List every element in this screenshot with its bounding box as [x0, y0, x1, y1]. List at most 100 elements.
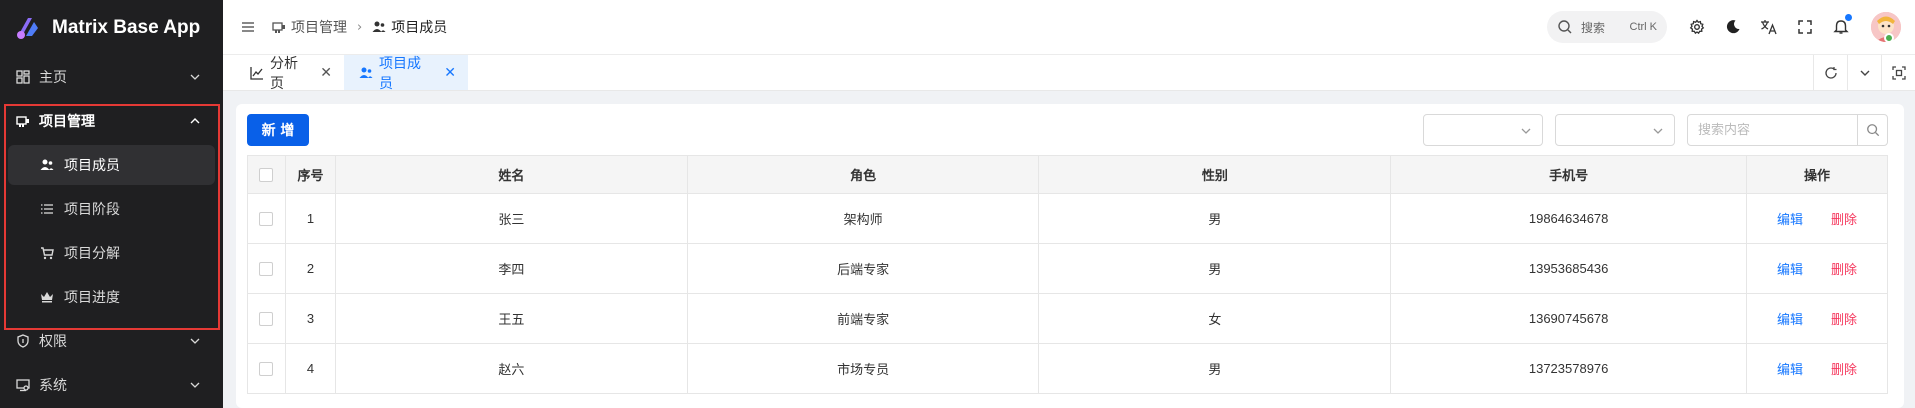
breadcrumb-separator: › [357, 19, 363, 35]
chevron-up-icon [190, 118, 200, 124]
user-group-icon [40, 158, 54, 172]
chevron-down-icon [1521, 128, 1531, 134]
cell-phone: 13723578976 [1390, 343, 1748, 394]
sidebar-subitem-project-progress[interactable]: 项目进度 [0, 275, 223, 319]
row-select-cell [247, 343, 286, 394]
tab-project-members[interactable]: 项目成员 ✕ [344, 55, 468, 92]
row-checkbox[interactable] [259, 212, 274, 227]
translate-icon [1761, 20, 1777, 35]
refresh-button[interactable] [1813, 55, 1847, 90]
search-button[interactable] [1857, 115, 1887, 145]
toolbar: 新 增 [236, 104, 1904, 154]
top-header: 项目管理 › 项目成员 搜索 Ctrl K [223, 0, 1915, 55]
sidebar-item-project-management[interactable]: 项目管理 [0, 99, 223, 143]
chart-icon [250, 66, 263, 80]
breadcrumb: 项目管理 › 项目成员 [272, 17, 447, 37]
sidebar-subitem-project-members[interactable]: 项目成员 [8, 145, 215, 185]
cart-icon [40, 246, 54, 260]
sidebar-item-permissions[interactable]: 权限 [0, 319, 223, 363]
tab-menu-button[interactable] [1847, 55, 1881, 90]
brand[interactable]: Matrix Base App [0, 0, 223, 55]
maximize-button[interactable] [1881, 55, 1915, 90]
sidebar-item-label: 主页 [39, 70, 67, 86]
refresh-icon [1824, 66, 1837, 79]
tab-label: 项目成员 [379, 55, 421, 92]
cell-name: 李四 [334, 243, 688, 294]
cell-role: 前端专家 [686, 293, 1040, 344]
sidebar-subitem-project-breakdown[interactable]: 项目分解 [0, 231, 223, 275]
cell-actions: 编辑 删除 [1746, 293, 1888, 344]
sidebar-item-system[interactable]: 系统 [0, 363, 223, 407]
sidebar: Matrix Base App 主页 项目管理 项目成员 项目阶段 项目分解 项… [0, 0, 223, 408]
delete-link[interactable]: 删除 [1831, 363, 1857, 378]
content-panel: 新 增 序号 姓名 角色 性别 手机号 操作 [236, 104, 1904, 408]
cell-name: 张三 [334, 193, 688, 244]
search-icon [1866, 124, 1879, 137]
settings-button[interactable] [1679, 9, 1715, 45]
chevron-down-icon [190, 74, 200, 80]
dashboard-icon [15, 69, 31, 85]
cell-gender: 男 [1038, 193, 1392, 244]
user-group-icon [372, 21, 386, 32]
filter-select-2[interactable] [1555, 114, 1675, 146]
edit-link[interactable]: 编辑 [1777, 363, 1803, 378]
cell-gender: 男 [1038, 343, 1392, 394]
search-input[interactable] [1698, 121, 1848, 139]
column-header[interactable]: 性别 [1038, 155, 1392, 194]
cell-index: 4 [284, 343, 336, 394]
chevron-down-icon [190, 338, 200, 344]
tab-analysis[interactable]: 分析页 ✕ [223, 55, 344, 92]
breadcrumb-current: 项目成员 [391, 20, 448, 36]
notification-dot [1845, 14, 1852, 21]
row-select-cell [247, 193, 286, 244]
column-header[interactable]: 角色 [686, 155, 1040, 194]
table-row: 4 赵六 市场专员 男 13723578976 编辑 删除 [247, 343, 1888, 394]
moon-icon [1726, 20, 1740, 34]
sidebar-item-home[interactable]: 主页 [0, 55, 223, 99]
row-select-cell [247, 293, 286, 344]
filter-select-1[interactable] [1423, 114, 1543, 146]
search-shortcut: Ctrl K [1629, 21, 1658, 33]
global-search[interactable]: 搜索 Ctrl K [1547, 11, 1667, 43]
delete-link[interactable]: 删除 [1831, 213, 1857, 228]
chevron-down-icon [1860, 70, 1869, 76]
column-header: 操作 [1746, 155, 1888, 194]
column-header[interactable]: 手机号 [1390, 155, 1748, 194]
system-icon [15, 377, 31, 393]
delete-link[interactable]: 删除 [1831, 313, 1857, 328]
row-checkbox[interactable] [259, 262, 274, 277]
row-checkbox[interactable] [259, 312, 274, 327]
cell-role: 后端专家 [686, 243, 1040, 294]
column-header[interactable]: 姓名 [334, 155, 688, 194]
sidebar-subitem-label: 项目阶段 [64, 202, 120, 218]
cell-phone: 13953685436 [1390, 243, 1748, 294]
fullscreen-icon [1798, 20, 1812, 34]
project-icon [272, 22, 285, 33]
language-button[interactable] [1751, 9, 1787, 45]
cell-role: 市场专员 [686, 343, 1040, 394]
delete-link[interactable]: 删除 [1831, 263, 1857, 278]
gear-icon [1689, 19, 1705, 35]
select-all-checkbox[interactable] [259, 167, 274, 182]
cell-index: 1 [284, 193, 336, 244]
breadcrumb-item[interactable]: 项目管理 [291, 17, 347, 37]
maximize-icon [1891, 65, 1906, 80]
theme-toggle-button[interactable] [1715, 9, 1751, 45]
close-icon[interactable]: ✕ [444, 65, 456, 81]
sidebar-subitem-project-stages[interactable]: 项目阶段 [0, 187, 223, 231]
add-button[interactable]: 新 增 [247, 114, 309, 146]
column-header[interactable]: 序号 [284, 155, 336, 194]
sidebar-subitem-label: 项目分解 [64, 246, 120, 262]
tab-bar: 分析页 ✕ 项目成员 ✕ [223, 55, 1915, 92]
menu-toggle-icon[interactable] [240, 19, 256, 35]
edit-link[interactable]: 编辑 [1777, 213, 1803, 228]
cell-phone: 13690745678 [1390, 293, 1748, 344]
row-checkbox[interactable] [259, 362, 274, 377]
edit-link[interactable]: 编辑 [1777, 313, 1803, 328]
sidebar-subitem-label: 项目成员 [64, 158, 120, 174]
notifications-button[interactable] [1823, 9, 1859, 45]
close-icon[interactable]: ✕ [320, 65, 332, 81]
fullscreen-button[interactable] [1787, 9, 1823, 45]
row-select-cell [247, 243, 286, 294]
edit-link[interactable]: 编辑 [1777, 263, 1803, 278]
